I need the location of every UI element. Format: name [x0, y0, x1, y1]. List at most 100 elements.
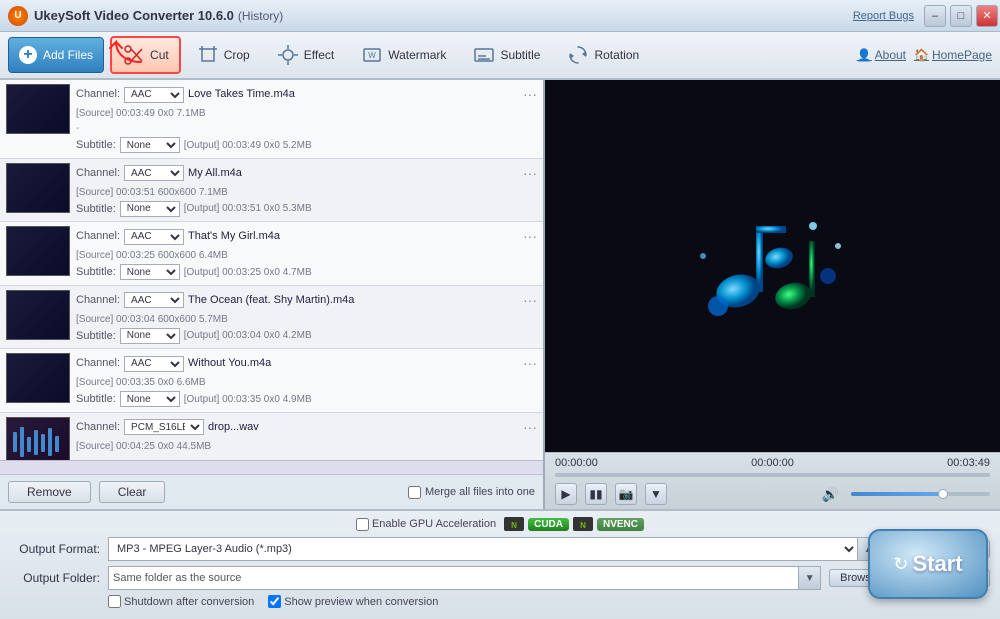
time-current: 00:00:00 [555, 457, 598, 469]
gpu-checkbox[interactable] [356, 518, 369, 531]
shutdown-option[interactable]: Shutdown after conversion [108, 595, 254, 608]
file-options-dots[interactable]: ··· [523, 84, 537, 105]
subtitle-select[interactable]: None [120, 264, 180, 280]
start-inner: ↻ Start [893, 551, 962, 577]
seek-bar[interactable] [555, 473, 990, 477]
output-folder-label: Output Folder: [10, 571, 100, 585]
snapshot-button[interactable]: 📷 [615, 483, 637, 505]
maximize-button[interactable]: □ [950, 5, 972, 27]
subtitle-button[interactable]: Subtitle [461, 36, 551, 74]
file-options-dots[interactable]: ··· [523, 353, 537, 374]
start-button[interactable]: ↻ Start [868, 529, 988, 599]
svg-text:N: N [580, 521, 586, 530]
homepage-link[interactable]: 🏠 HomePage [914, 48, 992, 62]
effect-icon [276, 43, 300, 67]
list-item: Channel: PCM_S16LE drop...wav ··· [Sourc… [0, 413, 543, 461]
add-files-button[interactable]: + Add Files [8, 37, 104, 73]
subtitle-icon [472, 43, 496, 67]
file-info: Channel: AAC That's My Girl.m4a ··· [Sou… [76, 226, 537, 281]
volume-bar[interactable] [851, 492, 990, 496]
rotation-label: Rotation [594, 48, 639, 62]
list-item: Channel: AAC The Ocean (feat. Shy Martin… [0, 286, 543, 350]
channel-select[interactable]: AAC [124, 356, 184, 372]
clear-button[interactable]: Clear [99, 481, 166, 503]
file-options-dots[interactable]: ··· [523, 163, 537, 184]
file-list-buttons: Remove Clear Merge all files into one [0, 474, 543, 509]
list-item: Channel: AAC That's My Girl.m4a ··· [Sou… [0, 222, 543, 286]
crop-button[interactable]: Crop [185, 36, 261, 74]
output-folder-input[interactable] [108, 566, 799, 590]
file-info: Channel: AAC Love Takes Time.m4a ··· [So… [76, 84, 537, 154]
app-subtitle: (History) [238, 9, 283, 23]
merge-checkbox-row: Merge all files into one [408, 486, 535, 499]
rotation-icon [566, 43, 590, 67]
file-options-dots[interactable]: ··· [523, 290, 537, 311]
file-list-scroll[interactable]: Channel: AAC Love Takes Time.m4a ··· [So… [0, 80, 543, 460]
shutdown-checkbox[interactable] [108, 595, 121, 608]
playback-buttons: ▶ ▮▮ 📷 ▼ 🔊 [555, 483, 990, 505]
time-row: 00:00:00 00:00:00 00:03:49 [555, 457, 990, 469]
subtitle-label: Subtitle [500, 48, 540, 62]
list-item: Channel: AAC Without You.m4a ··· [Source… [0, 349, 543, 413]
effect-button[interactable]: Effect [265, 36, 345, 74]
file-thumbnail [6, 417, 70, 461]
horizontal-scrollbar[interactable] [0, 460, 543, 474]
volume-icon: 🔊 [822, 486, 839, 503]
toolbar-right: 👤 About 🏠 HomePage [857, 48, 992, 62]
time-middle: 00:00:00 [751, 457, 794, 469]
output-format-select[interactable]: MP3 - MPEG Layer-3 Audio (*.mp3) [108, 537, 858, 561]
rotation-button[interactable]: Rotation [555, 36, 650, 74]
subtitle-select[interactable]: None [120, 201, 180, 217]
gpu-row: Enable GPU Acceleration N CUDA N NVENC [10, 517, 990, 531]
folder-dropdown-arrow[interactable]: ▼ [799, 566, 821, 590]
file-thumbnail [6, 353, 70, 403]
options-row: Shutdown after conversion Show preview w… [108, 595, 990, 608]
subtitle-select[interactable]: None [120, 137, 180, 153]
minimize-button[interactable]: – [924, 5, 946, 27]
plus-icon: + [19, 46, 37, 64]
volume-fill [851, 492, 948, 496]
channel-select[interactable]: AAC [124, 229, 184, 245]
show-preview-label: Show preview when conversion [284, 596, 438, 608]
close-button[interactable]: ✕ [976, 5, 998, 27]
subtitle-select[interactable]: None [120, 391, 180, 407]
nvidia-logo-icon: N [504, 517, 524, 531]
shutdown-label: Shutdown after conversion [124, 596, 254, 608]
cuda-badge: CUDA [528, 518, 569, 531]
output-format-label: Output Format: [10, 542, 100, 556]
merge-label: Merge all files into one [425, 486, 535, 498]
cut-label: Cut [150, 48, 169, 62]
cut-icon [122, 43, 146, 67]
preview-screen [545, 80, 1000, 452]
file-thumbnail [6, 290, 70, 340]
channel-select[interactable]: AAC [124, 87, 184, 103]
channel-select[interactable]: AAC [124, 165, 184, 181]
cut-button[interactable]: Cut [110, 36, 181, 74]
subtitle-select[interactable]: None [120, 328, 180, 344]
add-files-label: Add Files [43, 48, 93, 62]
stop-button[interactable]: ▮▮ [585, 483, 607, 505]
channel-select[interactable]: PCM_S16LE [124, 419, 204, 435]
channel-select[interactable]: AAC [124, 292, 184, 308]
file-options-dots[interactable]: ··· [523, 226, 537, 247]
preview-controls: 00:00:00 00:00:00 00:03:49 ▶ ▮▮ 📷 ▼ 🔊 [545, 452, 1000, 509]
file-thumbnail [6, 163, 70, 213]
about-link[interactable]: 👤 About [857, 48, 906, 62]
time-total: 00:03:49 [947, 457, 990, 469]
report-bugs-link[interactable]: Report Bugs [853, 10, 914, 22]
show-preview-checkbox[interactable] [268, 595, 281, 608]
merge-checkbox[interactable] [408, 486, 421, 499]
file-options-dots[interactable]: ··· [523, 417, 537, 438]
crop-label: Crop [224, 48, 250, 62]
svg-text:N: N [511, 521, 517, 530]
snapshot-dropdown[interactable]: ▼ [645, 483, 667, 505]
volume-thumb[interactable] [938, 489, 948, 499]
show-preview-option[interactable]: Show preview when conversion [268, 595, 438, 608]
gpu-label: Enable GPU Acceleration [372, 518, 496, 530]
remove-button[interactable]: Remove [8, 481, 91, 503]
bottom-bar: Enable GPU Acceleration N CUDA N NVENC O… [0, 509, 1000, 619]
nvidia-logo2-icon: N [573, 517, 593, 531]
app-logo: U [8, 6, 28, 26]
play-button[interactable]: ▶ [555, 483, 577, 505]
watermark-button[interactable]: W Watermark [349, 36, 457, 74]
